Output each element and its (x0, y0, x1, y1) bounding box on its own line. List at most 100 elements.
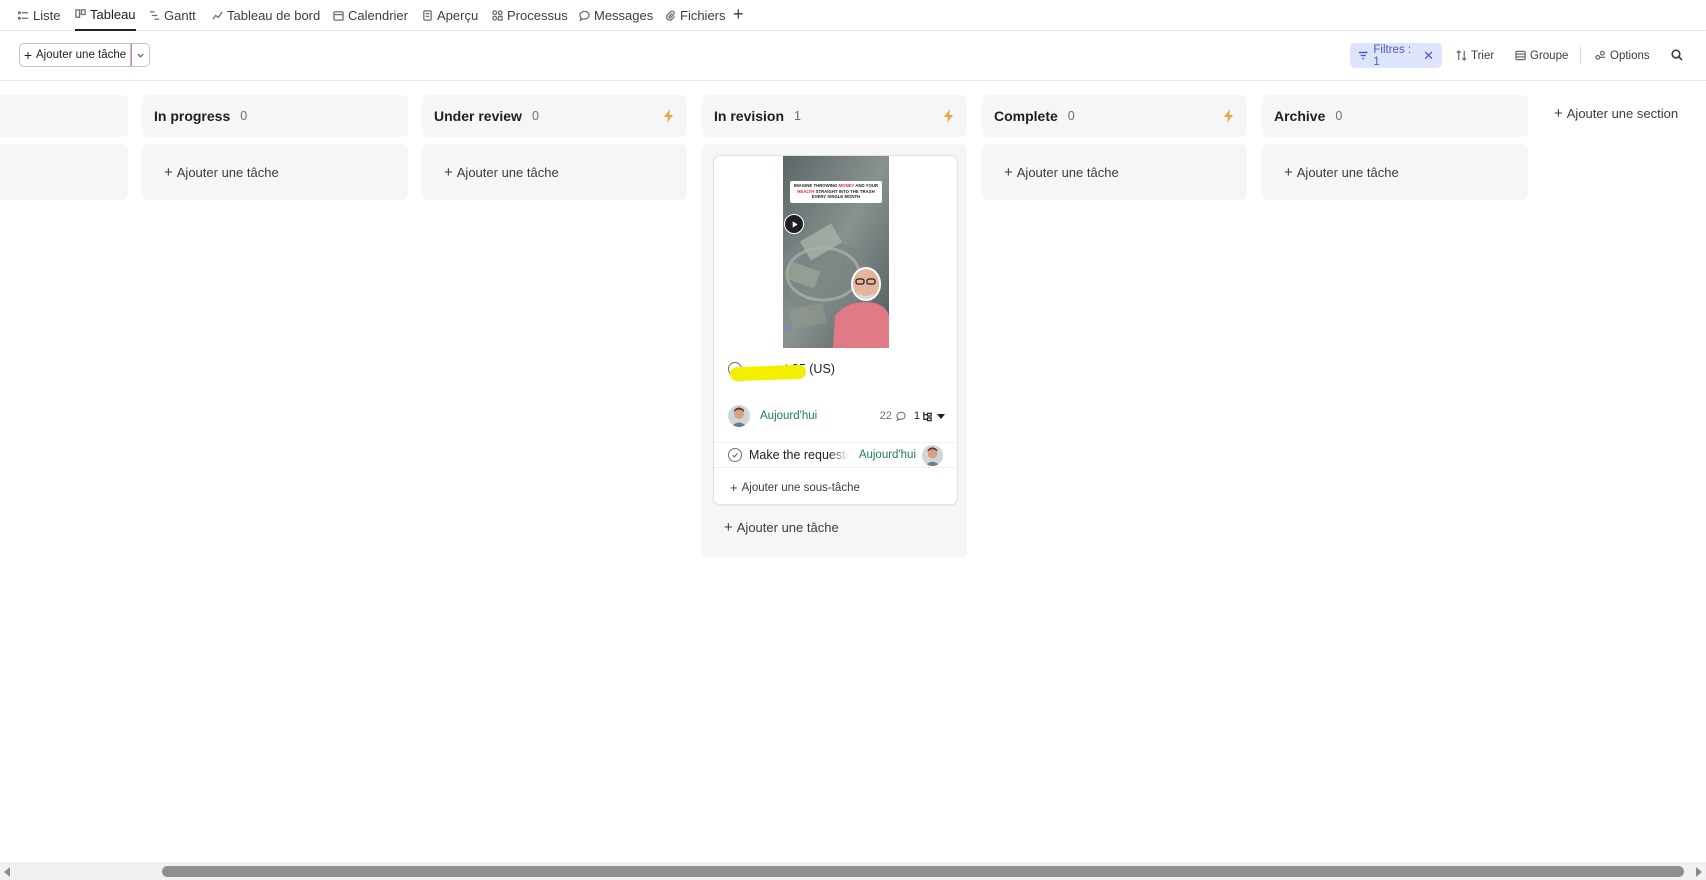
plus-icon: + (1554, 105, 1563, 122)
options-button[interactable]: Options (1595, 43, 1650, 68)
options-icon (1595, 50, 1606, 60)
subtask-name[interactable]: Make the requested (749, 448, 849, 462)
tab-tableau-de-bord[interactable]: Tableau de bord (212, 0, 320, 31)
column-count: 0 (1067, 109, 1075, 123)
column-header-in-progress[interactable]: In progress 0 (142, 95, 408, 137)
column-count: 0 (240, 109, 248, 123)
add-task-in-column-button[interactable]: + Ajouter une tâche (1284, 162, 1399, 182)
tab-tableau[interactable]: Tableau (75, 0, 136, 31)
column-title: In revision (714, 108, 785, 124)
plus-icon: + (1284, 163, 1293, 181)
column-count: 1 (794, 109, 801, 123)
subtask-row[interactable]: Make the requested Aujourd'hui (714, 442, 957, 468)
add-task-label: Ajouter une tâche (1016, 164, 1119, 180)
lightning-bolt-icon[interactable] (663, 109, 675, 123)
column-title: Under review (434, 108, 522, 124)
filter-icon (1358, 51, 1368, 60)
add-task-dropdown-button[interactable] (131, 43, 150, 67)
tab-messages[interactable]: Messages (579, 0, 653, 31)
filter-chip[interactable]: Filtres : 1 ✕ (1350, 43, 1442, 68)
column-body-archive: + Ajouter une tâche (1262, 144, 1528, 200)
caption-text: EVERY SINGLE MONTH (811, 194, 861, 199)
toolbar: + Ajouter une tâche Filtres : 1 ✕ Trier … (0, 31, 1706, 81)
tab-label: Tableau (90, 7, 136, 22)
add-task-label: Ajouter une tâche (736, 519, 839, 535)
add-task-in-column-button[interactable]: + Ajouter une tâche (164, 162, 279, 182)
comment-icon (896, 411, 906, 421)
video-thumbnail[interactable]: IMAGINE THROWING MONEY AND YOUR HEALTH S… (783, 156, 889, 348)
lightning-bolt-icon[interactable] (943, 109, 955, 123)
overview-icon (423, 10, 432, 21)
play-button[interactable] (784, 214, 804, 234)
add-section-button[interactable]: + Ajouter une section (1554, 106, 1678, 121)
caption-highlight: HEALTH (797, 188, 815, 194)
avatar-image (728, 405, 750, 427)
column-title: Archive (1274, 108, 1326, 124)
sort-icon (1456, 50, 1467, 61)
subtask-due-date[interactable]: Aujourd'hui (859, 449, 916, 461)
column-title: Complete (994, 108, 1058, 124)
column-body-in-progress: + Ajouter une tâche (142, 144, 408, 200)
options-label: Options (1610, 49, 1650, 62)
column-header-complete[interactable]: Complete 0 (982, 95, 1247, 137)
add-task-in-column-button[interactable]: + Ajouter une tâche (444, 162, 559, 182)
task-card[interactable]: IMAGINE THROWING MONEY AND YOUR HEALTH S… (713, 155, 958, 505)
tab-label: Gantt (164, 8, 196, 23)
tab-label: Tableau de bord (227, 8, 321, 23)
subtask-toggle[interactable]: 1 (914, 410, 945, 422)
due-date[interactable]: Aujourd'hui (760, 410, 817, 422)
subtask-assignee-avatar[interactable] (922, 444, 943, 466)
lightning-bolt-icon[interactable] (1223, 109, 1235, 123)
paperclip-icon (665, 10, 676, 21)
plus-icon: + (444, 163, 453, 181)
add-task-button-label: Ajouter une tâche (36, 49, 127, 61)
tab-label: Processus (507, 8, 568, 23)
sort-button[interactable]: Trier (1456, 43, 1494, 68)
column-body-under-review: + Ajouter une tâche (422, 144, 687, 200)
tab-fichiers[interactable]: Fichiers (665, 0, 726, 31)
sort-label: Trier (1471, 49, 1495, 62)
group-button[interactable]: Groupe (1515, 43, 1568, 68)
column-count: 0 (531, 109, 539, 123)
calendar-icon (333, 11, 344, 21)
thumbnail-caption: IMAGINE THROWING MONEY AND YOUR HEALTH S… (790, 183, 882, 200)
add-subtask-label: Ajouter une sous-tâche (741, 481, 860, 494)
tab-label: Messages (594, 8, 654, 23)
add-task-label: Ajouter une tâche (1296, 164, 1399, 180)
add-subtask-button[interactable]: + Ajouter une sous-tâche (730, 481, 860, 494)
subtask-count-value: 1 (913, 410, 920, 422)
redaction-mark (729, 364, 807, 382)
add-task-label: Ajouter une tâche (176, 164, 279, 180)
assignee-avatar[interactable] (728, 405, 750, 427)
tab-label: Fichiers (680, 8, 726, 23)
complete-subtask-checkbox[interactable] (728, 448, 742, 462)
clear-filter-close-icon[interactable]: ✕ (1423, 48, 1434, 64)
column-title: In progress (154, 108, 231, 124)
scroll-right-arrow-icon[interactable] (1696, 867, 1702, 877)
tab-label: Liste (33, 8, 61, 23)
add-task-label: Ajouter une tâche (456, 164, 559, 180)
plus-icon: + (730, 480, 738, 495)
column-body-complete: + Ajouter une tâche (982, 144, 1247, 200)
add-tab-plus-icon[interactable]: + (733, 5, 744, 23)
plus-icon: + (164, 163, 173, 181)
add-task-button[interactable]: + Ajouter une tâche (19, 43, 131, 67)
scrollbar-thumb[interactable] (162, 866, 1684, 877)
column-header-archive[interactable]: Archive 0 (1262, 95, 1528, 137)
tab-processus[interactable]: Processus (492, 0, 568, 31)
horizontal-scrollbar[interactable] (0, 862, 1706, 880)
column-header-under-review[interactable]: Under review 0 (422, 95, 687, 137)
tab-calendrier[interactable]: Calendrier (333, 0, 408, 31)
tab-apercu[interactable]: Aperçu (422, 0, 478, 31)
comment-count[interactable]: 22 (880, 410, 906, 422)
add-task-in-column-button[interactable]: + Ajouter une tâche (1004, 162, 1119, 182)
search-button[interactable] (1666, 44, 1688, 66)
tab-gantt[interactable]: Gantt (149, 0, 196, 31)
add-task-in-column-button[interactable]: + Ajouter une tâche (724, 517, 839, 537)
column-header-in-revision[interactable]: In revision 1 (702, 95, 967, 137)
plus-icon: + (23, 47, 33, 63)
tab-liste[interactable]: Liste (18, 0, 60, 31)
list-icon (18, 11, 29, 20)
scroll-left-arrow-icon[interactable] (4, 867, 10, 877)
avatar-image (922, 444, 943, 466)
